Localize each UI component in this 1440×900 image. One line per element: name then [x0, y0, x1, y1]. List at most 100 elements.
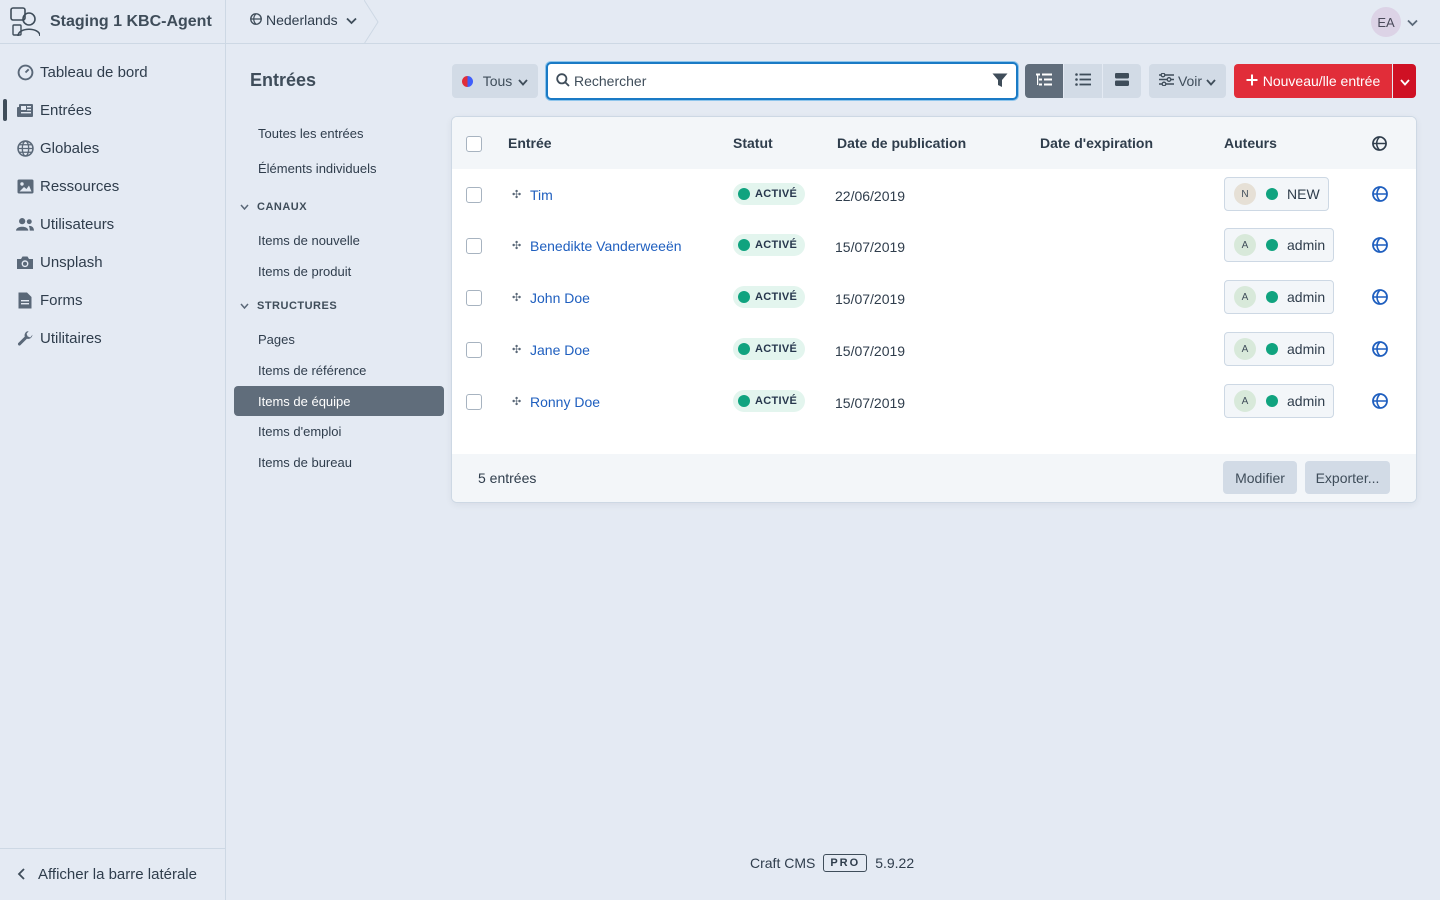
user-menu[interactable]: EA: [1371, 7, 1418, 37]
nav-item-dashboard[interactable]: Tableau de bord: [0, 53, 225, 91]
author-chip[interactable]: Aadmin: [1224, 332, 1335, 366]
source-heading-structures[interactable]: STRUCTURES: [234, 291, 444, 321]
nav-item-globals[interactable]: Globales: [0, 129, 225, 167]
source-heading-label: STRUCTURES: [257, 300, 338, 312]
move-handle-icon[interactable]: ✣: [512, 343, 521, 356]
chevron-down-icon: [518, 73, 528, 89]
row-checkbox[interactable]: [466, 342, 482, 358]
author-avatar: A: [1234, 234, 1256, 256]
source-item[interactable]: Items de référence: [234, 355, 444, 385]
chevron-left-icon: [16, 867, 26, 883]
search-input[interactable]: [574, 73, 984, 89]
author-chip[interactable]: Aadmin: [1224, 384, 1335, 418]
globe-icon[interactable]: [1372, 289, 1388, 308]
nav-item-label: Tableau de bord: [40, 63, 148, 81]
entry-title-link[interactable]: Jane Doe: [530, 342, 590, 358]
author-avatar: A: [1234, 286, 1256, 308]
entry-title-link[interactable]: Benedikte Vanderweeën: [530, 238, 682, 254]
source-item[interactable]: Pages: [234, 324, 444, 354]
move-handle-icon[interactable]: ✣: [512, 239, 521, 252]
entry-title-link[interactable]: John Doe: [530, 290, 590, 306]
author-name: admin: [1287, 237, 1326, 253]
globe-icon[interactable]: [1372, 341, 1388, 360]
users-icon: [16, 215, 34, 233]
status-badge: ACTIVÉ: [733, 338, 806, 360]
move-handle-icon[interactable]: ✣: [512, 291, 521, 304]
source-all-entries[interactable]: Toutes les entrées: [234, 118, 444, 148]
nav-item-users[interactable]: Utilisateurs: [0, 205, 225, 243]
site-name: Staging 1 KBC-Agent: [50, 12, 212, 30]
structure-view-button[interactable]: [1025, 64, 1063, 98]
source-item[interactable]: Items de bureau: [234, 447, 444, 477]
source-item[interactable]: Items de nouvelle: [234, 225, 444, 255]
site-language-label: Nederlands: [266, 12, 338, 28]
row-checkbox[interactable]: [466, 290, 482, 306]
cards-view-button[interactable]: [1103, 64, 1141, 98]
source-singles[interactable]: Éléments individuels: [234, 153, 444, 183]
entry-title-link[interactable]: Ronny Doe: [530, 394, 600, 410]
new-entry-menu-button[interactable]: [1393, 64, 1416, 98]
table-row[interactable]: ✣ Jane Doe ACTIVÉ 15/07/2019 Aadmin: [452, 324, 1416, 376]
status-filter-label: Tous: [482, 73, 513, 89]
author-avatar: N: [1234, 183, 1256, 205]
author-chip[interactable]: N NEW: [1224, 177, 1329, 211]
source-item[interactable]: Items d'emploi: [234, 416, 444, 446]
entry-title-link[interactable]: Tim: [530, 187, 553, 203]
table-row[interactable]: ✣ Ronny Doe ACTIVÉ 15/07/2019 Aadmin: [452, 376, 1416, 428]
author-name: NEW: [1287, 186, 1320, 202]
structure-list-icon: [1036, 73, 1052, 89]
author-chip[interactable]: Aadmin: [1224, 228, 1335, 262]
row-checkbox[interactable]: [466, 187, 482, 203]
globe-icon[interactable]: [1372, 237, 1388, 256]
author-chip[interactable]: Aadmin: [1224, 280, 1335, 314]
globe-icon[interactable]: [1372, 393, 1388, 412]
avatar: EA: [1371, 7, 1401, 37]
status-label: ACTIVÉ: [755, 239, 798, 251]
source-heading-channels[interactable]: CANAUX: [234, 192, 444, 222]
site-brand[interactable]: Staging 1 KBC-Agent: [0, 0, 225, 44]
table-row[interactable]: ✣ Tim ACTIVÉ 22/06/2019 N NEW: [452, 169, 1416, 221]
filter-icon[interactable]: [992, 73, 1008, 91]
site-language-menu[interactable]: Nederlands: [250, 12, 357, 28]
column-header-post-date[interactable]: Date de publication: [837, 135, 966, 151]
nav-item-unsplash[interactable]: Unsplash: [0, 243, 225, 281]
export-button[interactable]: Exporter...: [1305, 461, 1390, 494]
select-all-checkbox[interactable]: [466, 136, 482, 152]
nav-item-forms[interactable]: Forms: [0, 281, 225, 319]
chevron-down-icon: [240, 301, 249, 312]
nav-item-label: Utilisateurs: [40, 215, 115, 233]
file-icon: [16, 291, 34, 309]
author-avatar: A: [1234, 390, 1256, 412]
column-header-title[interactable]: Entrée: [508, 135, 552, 151]
nav-item-assets[interactable]: Ressources: [0, 167, 225, 205]
source-item[interactable]: Items de produit: [234, 256, 444, 286]
version: 5.9.22: [875, 855, 915, 871]
globe-icon[interactable]: [1372, 186, 1388, 205]
globe-icon: [250, 12, 262, 28]
expand-sidebar-button[interactable]: Afficher la barre latérale: [0, 848, 225, 900]
table-row[interactable]: ✣ John Doe ACTIVÉ 15/07/2019 Aadmin: [452, 272, 1416, 324]
column-header-authors[interactable]: Auteurs: [1224, 135, 1277, 151]
author-name: admin: [1287, 393, 1326, 409]
row-checkbox[interactable]: [466, 394, 482, 410]
table-row[interactable]: ✣ Benedikte Vanderweeën ACTIVÉ 15/07/201…: [452, 220, 1416, 272]
global-sidebar: Staging 1 KBC-Agent Tableau de bord Entr…: [0, 0, 226, 900]
move-handle-icon[interactable]: ✣: [512, 395, 521, 408]
new-entry-button[interactable]: Nouveau/lle entrée: [1234, 64, 1392, 98]
globe-icon: [1372, 136, 1387, 154]
view-settings-button[interactable]: Voir: [1149, 64, 1226, 98]
status-filter-button[interactable]: Tous: [452, 64, 538, 98]
source-item-selected[interactable]: Items de équipe: [234, 386, 444, 416]
nav-item-label: Unsplash: [40, 253, 103, 271]
search-field[interactable]: [546, 62, 1018, 100]
edit-button[interactable]: Modifier: [1223, 461, 1297, 494]
move-handle-icon[interactable]: ✣: [512, 188, 521, 201]
nav-item-utilities[interactable]: Utilitaires: [0, 319, 225, 357]
column-header-status[interactable]: Statut: [733, 135, 773, 151]
camera-icon: [16, 253, 34, 271]
column-header-expiry-date[interactable]: Date d'expiration: [1040, 135, 1153, 151]
chevron-down-icon: [345, 12, 357, 28]
row-checkbox[interactable]: [466, 238, 482, 254]
table-view-button[interactable]: [1064, 64, 1102, 98]
nav-item-entries[interactable]: Entrées: [0, 91, 225, 129]
